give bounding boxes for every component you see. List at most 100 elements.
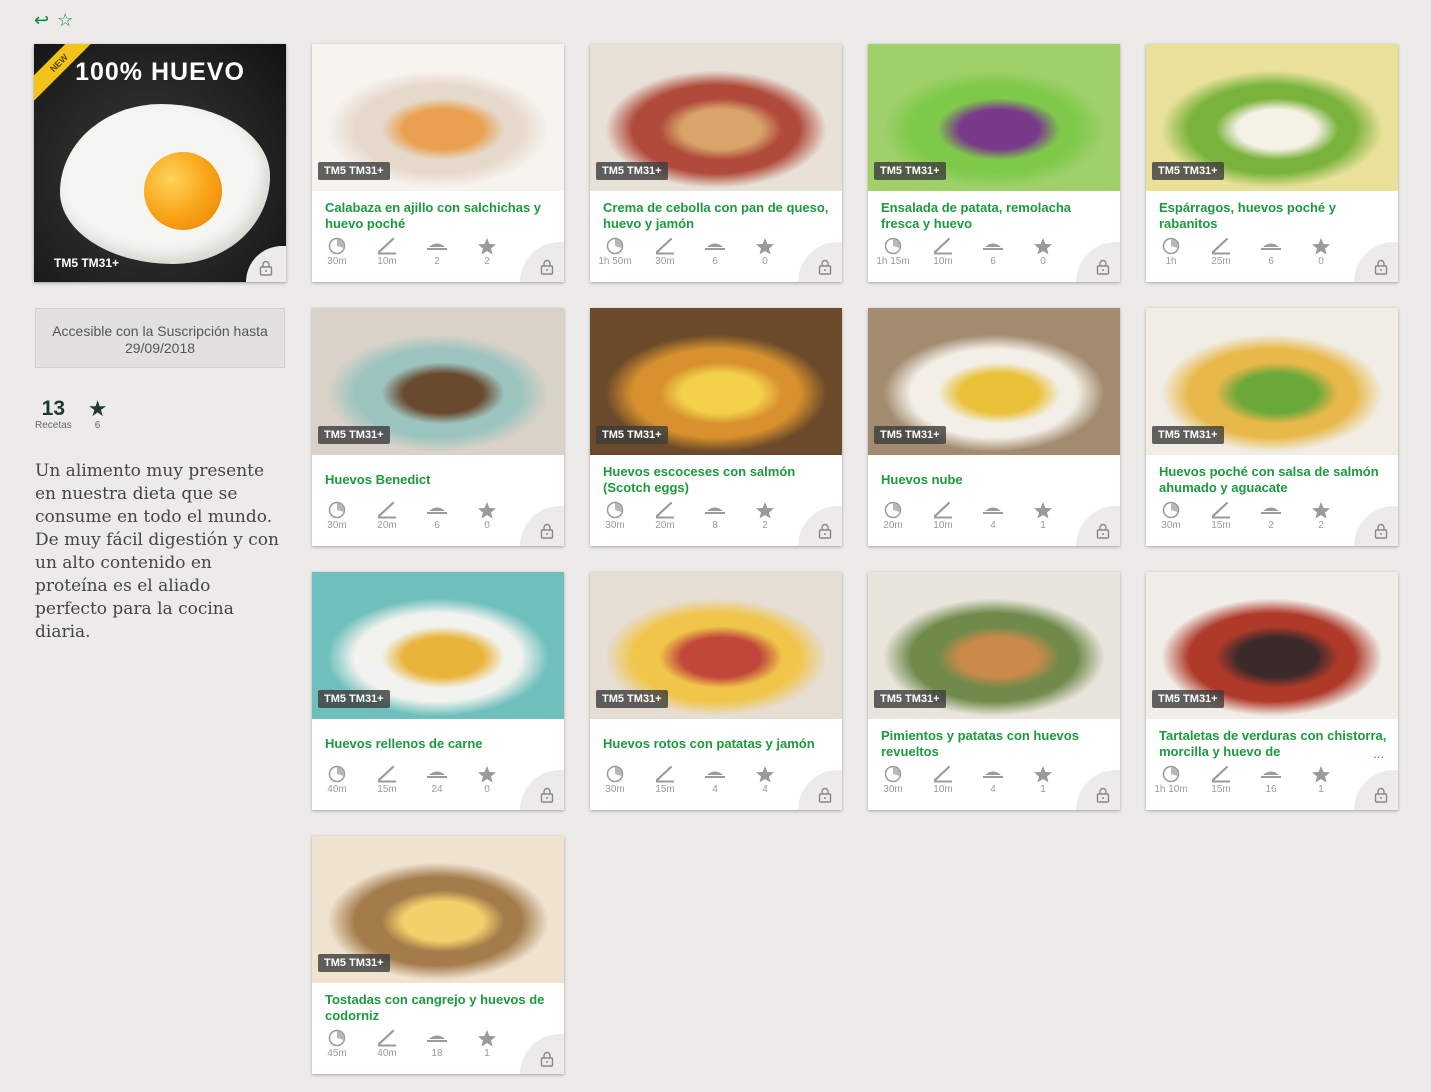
lock-icon [798, 506, 842, 546]
rating-value: 1 [1318, 784, 1324, 795]
lock-icon [1076, 506, 1120, 546]
portions-value: 8 [712, 520, 718, 531]
recipe-title[interactable]: Huevos rotos con patatas y jamón [603, 727, 831, 761]
dish-icon [426, 1029, 448, 1047]
rating-metric: 1 [1296, 765, 1346, 795]
dish-icon [982, 765, 1004, 783]
recipes-count-label: Recetas [35, 420, 72, 431]
star-icon [1033, 765, 1053, 783]
recipe-title[interactable]: Pimientos y patatas con huevos revueltos [881, 727, 1109, 761]
recipe-card[interactable]: TM5 TM31+ Tartaletas de verduras con chis… [1146, 572, 1398, 810]
prep-time-value: 10m [933, 256, 953, 267]
star-icon [755, 237, 775, 255]
device-badges: TM5 TM31+ [874, 690, 946, 708]
recipe-title[interactable]: Huevos escoceses con salmón (Scotch eggs… [603, 463, 831, 497]
back-icon[interactable]: ↩ [34, 10, 49, 30]
lock-icon [1076, 242, 1120, 282]
dish-icon [426, 501, 448, 519]
prep-time-metric: 20m [362, 501, 412, 531]
recipe-metrics: 1h 50m 30m 6 0 [590, 237, 790, 267]
recipe-card[interactable]: TM5 TM31+ Crema de cebolla con pan de que… [590, 44, 842, 282]
clock-icon [328, 501, 346, 519]
recipe-card[interactable]: TM5 TM31+ Tostadas con cangrejo y huevos … [312, 836, 564, 1074]
rating-value: 0 [762, 256, 768, 267]
recipe-title[interactable]: Tostadas con cangrejo y huevos de codorn… [325, 991, 553, 1025]
portions-metric: 24 [412, 765, 462, 795]
prep-time-value: 10m [933, 520, 953, 531]
star-icon [477, 237, 497, 255]
prep-time-value: 15m [655, 784, 675, 795]
rating-value: 2 [484, 256, 490, 267]
rating-metric: 4 [740, 765, 790, 795]
dish-icon [1260, 237, 1282, 255]
star-icon [1033, 501, 1053, 519]
star-icon [1311, 501, 1331, 519]
recipe-metrics: 30m 20m 8 2 [590, 501, 790, 531]
recipe-title[interactable]: Crema de cebolla con pan de queso, huevo… [603, 199, 831, 233]
total-time-value: 1h 10m [1154, 784, 1188, 795]
portions-metric: 2 [1246, 501, 1296, 531]
rating-metric: 1 [462, 1029, 512, 1059]
portions-value: 24 [431, 784, 443, 795]
prep-time-metric: 25m [1196, 237, 1246, 267]
dish-icon [426, 237, 448, 255]
prep-time-metric: 15m [362, 765, 412, 795]
portions-metric: 4 [968, 501, 1018, 531]
portions-value: 18 [431, 1048, 443, 1059]
star-icon [477, 501, 497, 519]
recipe-card[interactable]: TM5 TM31+ Huevos rellenos de carne 40m 15m 2… [312, 572, 564, 810]
recipe-metrics: 30m 15m 4 4 [590, 765, 790, 795]
prep-time-value: 15m [1211, 520, 1231, 531]
favorites-count-value: 6 [94, 420, 101, 431]
recipe-card[interactable]: TM5 TM31+ Huevos Benedict 30m 20m 6 0 [312, 308, 564, 546]
total-time-value: 45m [327, 1048, 347, 1059]
star-icon [755, 501, 775, 519]
portions-value: 4 [712, 784, 718, 795]
total-time-metric: 1h 10m [1146, 765, 1196, 795]
recipe-card[interactable]: TM5 TM31+ Pimientos y patatas con huevos … [868, 572, 1120, 810]
clock-icon [606, 501, 624, 519]
recipe-card[interactable]: TM5 TM31+ Huevos nube 20m 10m 4 1 [868, 308, 1120, 546]
recipe-title[interactable]: Ensalada de patata, remolacha fresca y h… [881, 199, 1109, 233]
knife-icon [1211, 237, 1231, 255]
total-time-value: 30m [883, 784, 903, 795]
recipe-metrics: 1h 25m 6 0 [1146, 237, 1346, 267]
recipe-title[interactable]: Huevos poché con salsa de salmón ahumado… [1159, 463, 1387, 497]
portions-metric: 2 [412, 237, 462, 267]
recipe-title[interactable]: Espárragos, huevos poché y rabanitos [1159, 199, 1387, 233]
lock-icon [1354, 242, 1398, 282]
recipe-title[interactable]: Huevos Benedict [325, 463, 553, 497]
total-time-value: 1h [1165, 256, 1177, 267]
recipe-card[interactable]: TM5 TM31+ Huevos rotos con patatas y jamó… [590, 572, 842, 810]
prep-time-value: 30m [655, 256, 675, 267]
recipe-title[interactable]: Huevos rellenos de carne [325, 727, 553, 761]
star-icon [755, 765, 775, 783]
rating-value: 2 [1318, 520, 1324, 531]
prep-time-metric: 15m [640, 765, 690, 795]
total-time-metric: 30m [312, 237, 362, 267]
total-time-value: 20m [883, 520, 903, 531]
recipe-card[interactable]: TM5 TM31+ Huevos escoceses con salmón (Sc… [590, 308, 842, 546]
knife-icon [1211, 501, 1231, 519]
rating-metric: 0 [462, 501, 512, 531]
recipe-title[interactable]: Huevos nube [881, 463, 1109, 497]
recipe-title[interactable]: Tartaletas de verduras con chistorra, mo… [1159, 727, 1387, 761]
recipe-metrics: 30m 15m 2 2 [1146, 501, 1346, 531]
total-time-value: 1h 15m [876, 256, 910, 267]
device-badges: TM5 TM31+ [54, 256, 120, 270]
recipe-card[interactable]: TM5 TM31+ Espárragos, huevos poché y raba… [1146, 44, 1398, 282]
more-ellipsis: ... [1373, 746, 1384, 761]
dish-icon [982, 501, 1004, 519]
recipe-card[interactable]: TM5 TM31+ Huevos poché con salsa de salmó… [1146, 308, 1398, 546]
recipes-count: 13 Recetas [35, 398, 72, 432]
recipe-card[interactable]: TM5 TM31+ Ensalada de patata, remolacha f… [868, 44, 1120, 282]
portions-value: 2 [434, 256, 440, 267]
collection-description: Un alimento muy presente en nuestra diet… [35, 461, 279, 642]
recipe-title[interactable]: Calabaza en ajillo con salchichas y huev… [325, 199, 553, 233]
dish-icon [982, 237, 1004, 255]
favorite-star-icon[interactable]: ☆ [57, 10, 73, 30]
recipe-card[interactable]: TM5 TM31+ Calabaza en ajillo con salchich… [312, 44, 564, 282]
clock-icon [328, 1029, 346, 1047]
star-icon [477, 1029, 497, 1047]
device-badges: TM5 TM31+ [318, 690, 390, 708]
